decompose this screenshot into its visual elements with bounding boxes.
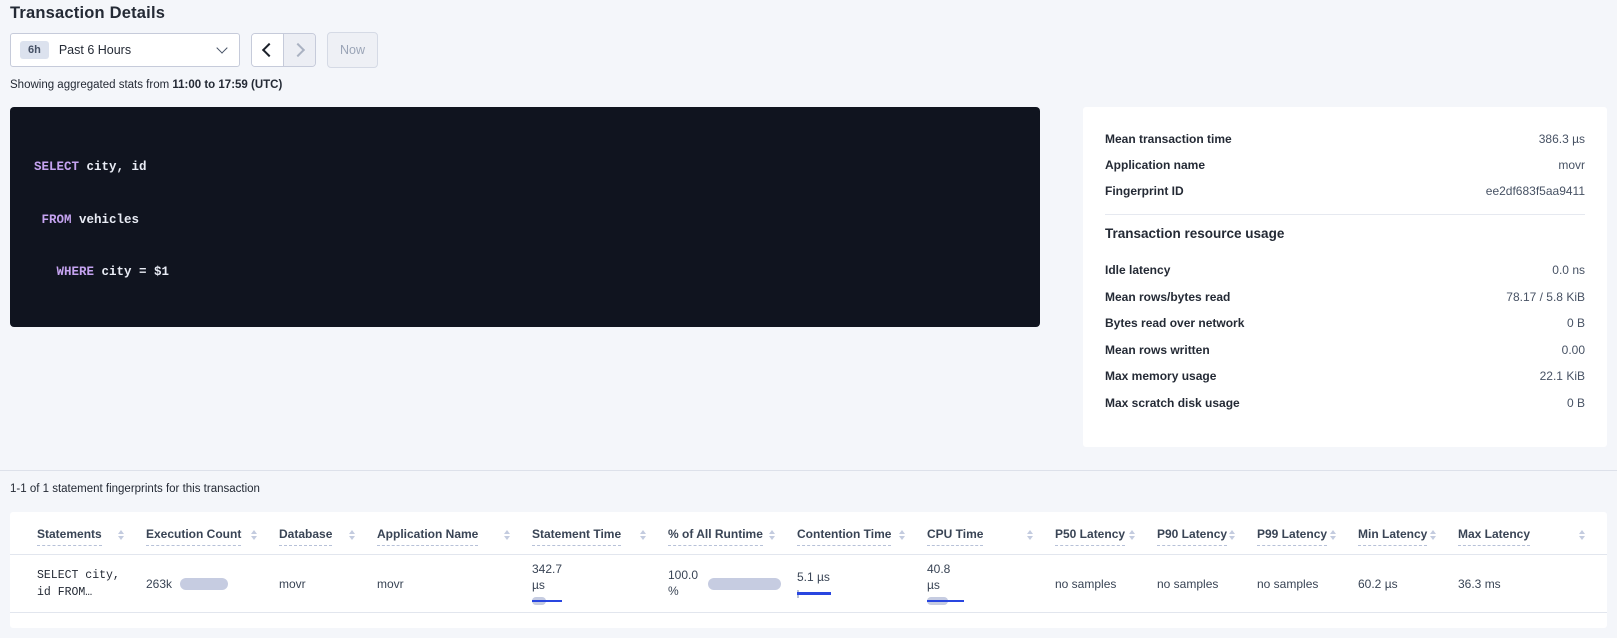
period-prefix: Showing aggregated stats from [10,79,172,91]
column-header-statements[interactable]: Statements [37,527,146,546]
statement-link[interactable]: SELECT city, id FROM… [37,567,130,601]
sql-statement-box: SELECT city, id FROM vehicles WHERE city… [10,107,1040,327]
summary-row: Mean transaction time 386.3 µs [1105,126,1585,152]
column-header-execution-count[interactable]: Execution Count [146,527,279,546]
cell-p99-latency: no samples [1257,577,1358,591]
sql-line: SELECT city, id [34,159,1016,177]
sql-keyword: SELECT [34,160,79,174]
column-header-database[interactable]: Database [279,527,377,546]
resource-usage-row: Max memory usage 22.1 KiB [1105,363,1585,390]
sort-icon[interactable] [1330,530,1336,540]
sort-icon[interactable] [251,530,257,540]
sort-icon[interactable] [504,530,510,540]
execution-count-bar [180,578,228,590]
sort-icon[interactable] [349,530,355,540]
cell-statement: SELECT city, id FROM… [37,567,146,601]
summary-row: Fingerprint ID ee2df683f5aa9411 [1105,178,1585,204]
cell-p90-latency: no samples [1157,577,1257,591]
column-header-statement-time[interactable]: Statement Time [532,527,668,546]
column-header-p90-latency[interactable]: P90 Latency [1157,527,1257,546]
cell-statement-time: 342.7 µs [532,562,668,605]
time-range-label: Past 6 Hours [59,43,218,57]
resource-usage-heading: Transaction resource usage [1105,226,1585,241]
card-divider [1105,214,1585,215]
summary-row: Application name movr [1105,152,1585,178]
sort-icon[interactable] [1430,530,1436,540]
resource-usage-row: Mean rows written 0.00 [1105,337,1585,364]
statements-table: Statements Execution Count Database Appl… [10,512,1607,628]
statement-time-bar [532,597,562,605]
page-title: Transaction Details [10,4,165,23]
table-row: SELECT city, id FROM… 263k movr movr 342… [10,555,1607,613]
previous-interval-button[interactable] [252,34,283,66]
resource-usage-row: Max scratch disk usage 0 B [1105,390,1585,417]
sort-icon[interactable] [640,530,646,540]
time-range-dropdown[interactable]: 6h Past 6 Hours [10,33,240,67]
sort-icon[interactable] [899,530,905,540]
cell-min-latency: 60.2 µs [1358,577,1458,591]
resource-usage-row: Bytes read over network 0 B [1105,310,1585,337]
sort-icon[interactable] [1027,530,1033,540]
time-step-buttons [251,33,316,67]
next-interval-button[interactable] [283,34,315,66]
sort-icon[interactable] [1129,530,1135,540]
sql-line: FROM vehicles [34,212,1016,230]
column-header-cpu-time[interactable]: CPU Time [927,527,1055,546]
time-range-badge: 6h [20,41,49,59]
cpu-time-bar [927,597,964,605]
sort-icon[interactable] [118,530,124,540]
cell-database: movr [279,577,377,591]
cell-application-name: movr [377,577,532,591]
column-header-application-name[interactable]: Application Name [377,527,532,546]
sql-line: WHERE city = $1 [34,264,1016,282]
period-range: 11:00 to 17:59 (UTC) [172,79,282,91]
contention-time-bar [797,590,831,598]
sort-icon[interactable] [1579,530,1585,540]
runtime-pct-bar [708,578,781,590]
column-header-runtime-pct[interactable]: % of All Runtime [668,527,797,546]
section-divider [0,470,1617,471]
column-header-max-latency[interactable]: Max Latency [1458,527,1607,546]
resource-usage-row: Idle latency 0.0 ns [1105,257,1585,284]
statement-fingerprint-count: 1-1 of 1 statement fingerprints for this… [10,483,260,495]
column-header-p99-latency[interactable]: P99 Latency [1257,527,1358,546]
sort-icon[interactable] [769,530,775,540]
cell-max-latency: 36.3 ms [1458,577,1607,591]
cell-runtime-pct: 100.0 % [668,568,797,599]
transaction-summary-card: Mean transaction time 386.3 µs Applicati… [1083,107,1607,447]
cell-p50-latency: no samples [1055,577,1157,591]
cell-execution-count: 263k [146,577,279,591]
cell-contention-time: 5.1 µs [797,570,927,598]
transaction-details-page: Transaction Details 6h Past 6 Hours Now … [0,0,1617,638]
sql-keyword: FROM [42,213,72,227]
cell-cpu-time: 40.8 µs [927,562,1055,605]
resource-usage-row: Mean rows/bytes read 78.17 / 5.8 KiB [1105,284,1585,311]
column-header-min-latency[interactable]: Min Latency [1358,527,1458,546]
table-header-row: Statements Execution Count Database Appl… [10,512,1607,555]
column-header-p50-latency[interactable]: P50 Latency [1055,527,1157,546]
aggregation-period-text: Showing aggregated stats from 11:00 to 1… [10,79,282,91]
column-header-contention-time[interactable]: Contention Time [797,527,927,546]
chevron-right-icon [291,43,305,57]
now-button[interactable]: Now [327,32,378,68]
time-toolbar: 6h Past 6 Hours Now [10,33,378,67]
chevron-down-icon [216,42,227,53]
chevron-left-icon [262,43,276,57]
sql-keyword: WHERE [57,265,95,279]
sort-icon[interactable] [1229,530,1235,540]
